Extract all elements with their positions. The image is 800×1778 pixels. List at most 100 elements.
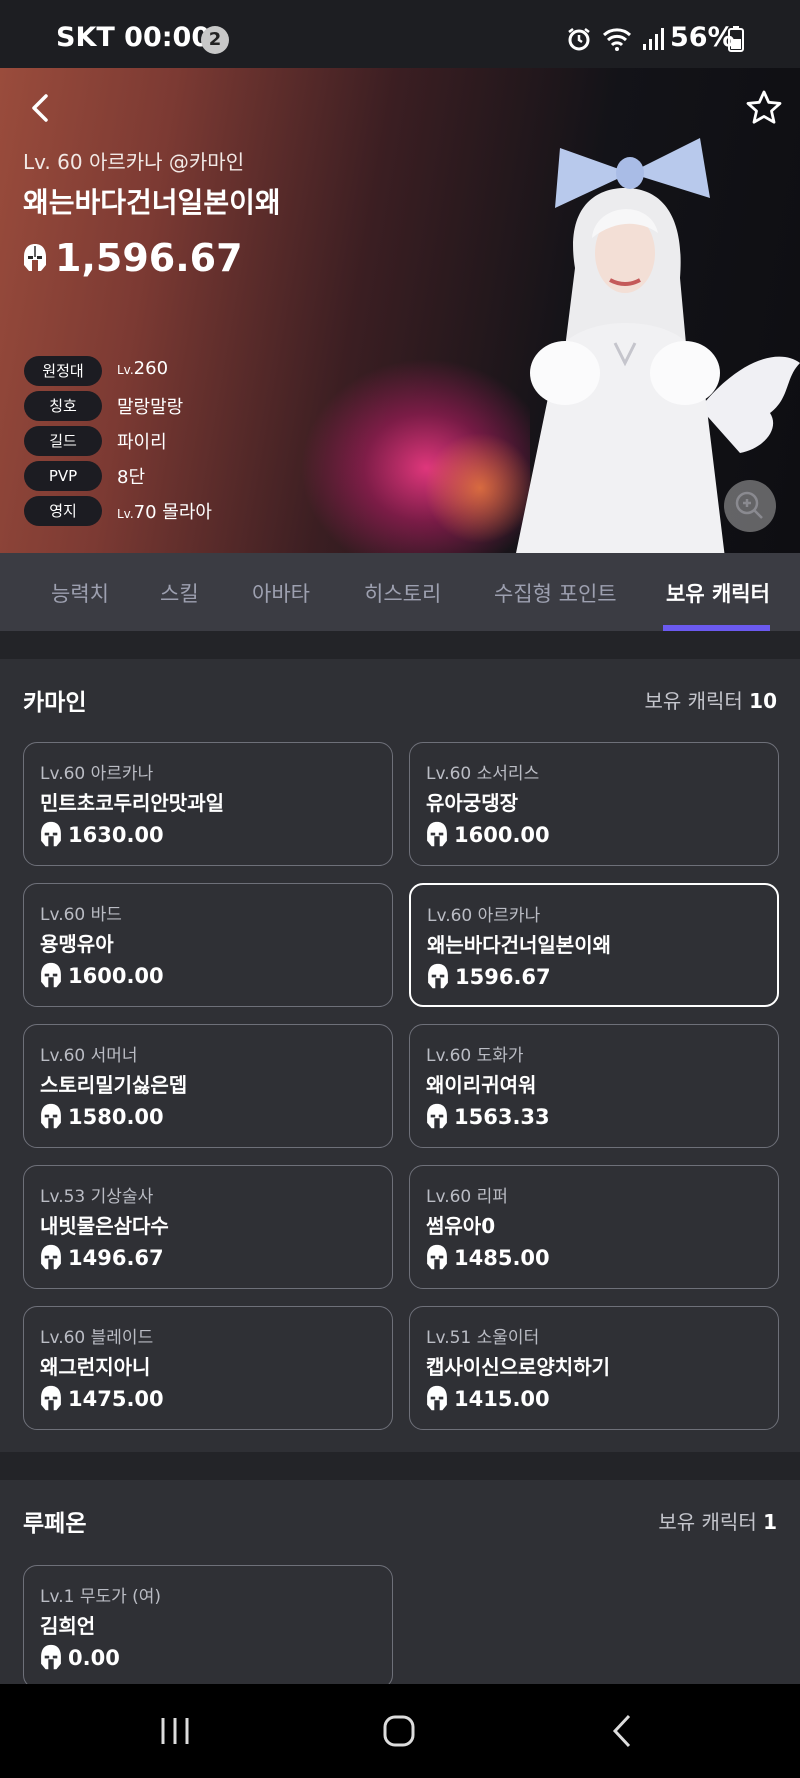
tab-skills[interactable]: 스킬	[160, 578, 199, 608]
signal-icon	[643, 28, 664, 50]
character-class: Lv.60 리퍼	[426, 1187, 508, 1207]
character-name: 김희언	[40, 1614, 96, 1638]
info-label: 칭호	[24, 391, 102, 421]
character-item-level: 1415.00	[454, 1386, 550, 1411]
system-nav-bar	[0, 1684, 800, 1778]
info-label: 길드	[24, 426, 102, 456]
info-label: PVP	[24, 461, 102, 491]
character-card[interactable]: Lv.51 소울이터 캡사이신으로양치하기 1415.00	[409, 1306, 779, 1430]
helmet-icon	[41, 1644, 61, 1670]
helmet-icon	[427, 821, 447, 847]
battery-icon	[728, 26, 744, 52]
helmet-icon	[24, 244, 46, 271]
character-card[interactable]: Lv.60 아르카나 민트초코두리안맛과일 1630.00	[23, 742, 393, 866]
tab-history[interactable]: 히스토리	[364, 578, 441, 608]
item-level: 1,596.67	[23, 236, 243, 280]
character-item-level: 1596.67	[455, 964, 551, 989]
alarm-icon	[568, 28, 590, 51]
character-name: 썸유아0	[426, 1214, 496, 1238]
battery-percent: 56%	[670, 22, 735, 53]
character-class: Lv.60 바드	[40, 905, 122, 925]
character-class: Lv.60 서머너	[40, 1046, 138, 1066]
character-class: Lv.1 무도가 (여)	[40, 1587, 162, 1607]
character-card[interactable]: Lv.1 무도가 (여) 김희언 0.00	[23, 1565, 393, 1689]
character-count-label: 보유 캐릭터	[658, 1510, 757, 1534]
helmet-icon	[427, 1385, 447, 1411]
tab-owned-characters[interactable]: 보유 캐릭터	[666, 578, 770, 608]
character-count: 보유 캐릭터 1	[658, 1506, 777, 1535]
character-item-level: 1600.00	[454, 822, 550, 847]
character-class: Lv.60 도화가	[426, 1046, 524, 1066]
character-class: Lv.51 소울이터	[426, 1328, 540, 1348]
info-value: 70 몰라아	[133, 502, 212, 523]
character-count: 보유 캐릭터 10	[644, 685, 777, 714]
helmet-icon	[427, 1103, 447, 1129]
character-card[interactable]: Lv.60 서머너 스토리밀기싫은뎁 1580.00	[23, 1024, 393, 1148]
info-prefix: Lv.	[117, 507, 134, 521]
character-item-level: 0.00	[68, 1645, 120, 1670]
character-name: 왜는바다건너일본이왜	[23, 186, 281, 219]
character-item-level: 1475.00	[68, 1386, 164, 1411]
info-value: 말랑말랑	[117, 397, 184, 418]
helmet-icon	[41, 962, 61, 988]
character-class: Lv.60 블레이드	[40, 1328, 154, 1348]
tab-avatar[interactable]: 아바타	[252, 578, 310, 608]
character-card[interactable]: Lv.60 도화가 왜이리귀여워 1563.33	[409, 1024, 779, 1148]
wifi-icon	[602, 28, 632, 51]
character-name: 왜그런지아니	[40, 1355, 151, 1379]
tab-stats[interactable]: 능력치	[51, 578, 109, 608]
character-item-level: 1600.00	[68, 963, 164, 988]
info-label: 원정대	[24, 356, 102, 386]
character-name: 유아궁댕장	[426, 791, 518, 815]
tab-collectibles[interactable]: 수집형 포인트	[494, 578, 617, 608]
info-label: 영지	[24, 496, 102, 526]
class-server-line: Lv. 60 아르카나 @카마인	[23, 150, 245, 174]
character-class: Lv.53 기상술사	[40, 1187, 154, 1207]
zoom-in-icon	[735, 491, 763, 519]
server-name: 카마인	[23, 690, 87, 716]
character-item-level: 1485.00	[454, 1245, 550, 1270]
character-name: 왜이리귀여워	[426, 1073, 537, 1097]
home-icon[interactable]	[369, 1706, 429, 1756]
character-count-label: 보유 캐릭터	[644, 689, 743, 713]
notification-count-badge: 2	[201, 26, 229, 54]
character-item-level: 1630.00	[68, 822, 164, 847]
helmet-icon	[41, 821, 61, 847]
server-name: 루페온	[23, 1511, 87, 1537]
character-hero: Lv. 60 아르카나 @카마인 왜는바다건너일본이왜 1,596.67 원정대…	[0, 68, 800, 553]
character-class: Lv.60 아르카나	[427, 906, 541, 926]
character-item-level: 1580.00	[68, 1104, 164, 1129]
character-name: 용맹유아	[40, 932, 114, 956]
character-name: 내빗물은삼다수	[40, 1214, 169, 1238]
info-value: 260	[133, 358, 169, 379]
back-arrow-icon[interactable]	[24, 90, 60, 126]
item-level-value: 1,596.67	[55, 236, 243, 280]
character-class: Lv.60 소서리스	[426, 764, 540, 784]
favorite-star-icon[interactable]	[744, 88, 784, 128]
character-name: 민트초코두리안맛과일	[40, 791, 224, 815]
character-card-selected[interactable]: Lv.60 아르카나 왜는바다건너일본이왜 1596.67	[409, 883, 779, 1007]
helmet-icon	[428, 963, 448, 989]
back-nav-icon[interactable]	[593, 1706, 653, 1756]
character-name: 왜는바다건너일본이왜	[427, 933, 611, 957]
character-name: 스토리밀기싫은뎁	[40, 1073, 188, 1097]
zoom-button[interactable]	[724, 480, 776, 532]
helmet-icon	[427, 1244, 447, 1270]
character-card[interactable]: Lv.60 리퍼 썸유아0 1485.00	[409, 1165, 779, 1289]
helmet-icon	[41, 1385, 61, 1411]
character-card[interactable]: Lv.60 블레이드 왜그런지아니 1475.00	[23, 1306, 393, 1430]
character-name: 캡사이신으로양치하기	[426, 1355, 610, 1379]
helmet-icon	[41, 1103, 61, 1129]
info-prefix: Lv.	[117, 363, 134, 377]
carrier-time: SKT 00:00	[56, 22, 211, 53]
character-card[interactable]: Lv.60 바드 용맹유아 1600.00	[23, 883, 393, 1007]
character-card[interactable]: Lv.60 소서리스 유아궁댕장 1600.00	[409, 742, 779, 866]
character-card[interactable]: Lv.53 기상술사 내빗물은삼다수 1496.67	[23, 1165, 393, 1289]
character-count-value: 10	[749, 689, 777, 713]
character-item-level: 1563.33	[454, 1104, 550, 1129]
info-value: 8단	[117, 467, 146, 488]
tab-bar: 능력치 스킬 아바타 히스토리 수집형 포인트 보유 캐릭터	[0, 553, 800, 631]
info-value: 파이리	[117, 432, 167, 453]
recent-apps-icon[interactable]	[145, 1706, 205, 1756]
status-bar: SKT 00:00 2 56%	[0, 0, 800, 68]
